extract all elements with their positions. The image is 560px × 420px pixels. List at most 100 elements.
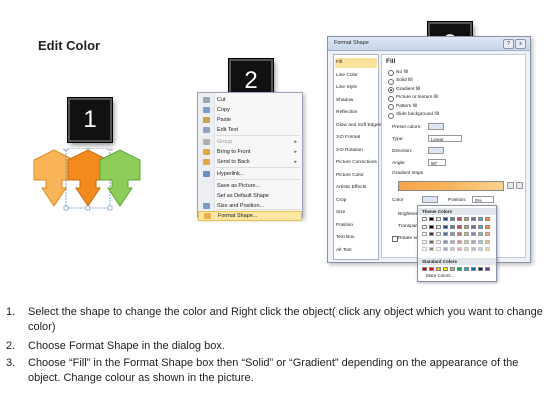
theme-color-swatch[interactable] bbox=[471, 232, 476, 236]
theme-color-swatch[interactable] bbox=[457, 247, 462, 251]
standard-color-swatch[interactable] bbox=[422, 267, 427, 271]
standard-color-swatch[interactable] bbox=[450, 267, 455, 271]
theme-color-swatch[interactable] bbox=[450, 239, 455, 244]
theme-color-swatch[interactable] bbox=[443, 224, 448, 229]
more-colors-link[interactable]: More Colors... bbox=[426, 273, 454, 278]
theme-color-swatch[interactable] bbox=[443, 217, 448, 221]
dialog-nav-item[interactable]: Alt Text bbox=[336, 246, 352, 256]
fill-option-radio[interactable] bbox=[388, 78, 394, 85]
theme-color-swatch[interactable] bbox=[443, 232, 448, 236]
dialog-nav-item[interactable]: Position bbox=[336, 221, 353, 231]
fill-option-radio[interactable] bbox=[388, 104, 394, 110]
gradient-stops-bar[interactable] bbox=[398, 181, 504, 191]
theme-color-swatch[interactable] bbox=[450, 247, 455, 251]
color-picker-button[interactable] bbox=[422, 196, 438, 203]
dialog-nav-item[interactable]: Glow and Soft Edges bbox=[336, 121, 381, 131]
theme-color-swatch[interactable] bbox=[436, 224, 441, 229]
dialog-nav-item[interactable]: Picture Corrections bbox=[336, 158, 377, 168]
theme-color-swatch[interactable] bbox=[436, 217, 441, 221]
theme-color-swatch[interactable] bbox=[485, 217, 490, 221]
direction-dropdown[interactable] bbox=[428, 147, 444, 154]
remove-stop-button[interactable] bbox=[516, 182, 523, 189]
standard-color-swatch[interactable] bbox=[429, 267, 434, 271]
fill-option-radio[interactable] bbox=[388, 87, 394, 93]
theme-color-swatch[interactable] bbox=[485, 247, 490, 251]
theme-color-swatch[interactable] bbox=[429, 224, 434, 229]
arrow-shapes-graphic[interactable] bbox=[30, 148, 142, 214]
type-dropdown[interactable]: Linear bbox=[428, 135, 462, 142]
fill-option-radio[interactable] bbox=[388, 70, 394, 76]
theme-color-swatch[interactable] bbox=[485, 239, 490, 244]
theme-color-swatch[interactable] bbox=[464, 247, 469, 251]
standard-color-swatch[interactable] bbox=[478, 267, 483, 271]
context-menu-item[interactable]: Set as Default Shape bbox=[198, 191, 302, 201]
theme-color-swatch[interactable] bbox=[436, 247, 441, 251]
theme-color-swatch[interactable] bbox=[422, 224, 427, 229]
standard-color-swatch[interactable] bbox=[485, 267, 490, 271]
theme-color-swatch[interactable] bbox=[436, 232, 441, 236]
context-menu-item[interactable]: Bring to Front ▸ bbox=[198, 147, 302, 157]
rotate-checkbox-label[interactable]: Rotate w bbox=[398, 236, 417, 241]
dialog-nav-item[interactable]: Size bbox=[336, 208, 345, 218]
context-menu-item[interactable]: Cut bbox=[198, 95, 302, 105]
standard-color-swatch[interactable] bbox=[464, 267, 469, 271]
close-button[interactable]: x bbox=[515, 39, 526, 49]
theme-color-swatch[interactable] bbox=[471, 224, 476, 229]
context-menu-item[interactable]: Copy bbox=[198, 105, 302, 115]
theme-color-swatch[interactable] bbox=[457, 224, 462, 229]
theme-color-swatch[interactable] bbox=[450, 217, 455, 221]
theme-color-swatch[interactable] bbox=[429, 232, 434, 236]
theme-color-swatch[interactable] bbox=[422, 232, 427, 236]
theme-color-swatch[interactable] bbox=[485, 224, 490, 229]
dialog-nav-item[interactable]: Text Box bbox=[336, 233, 354, 243]
context-menu-item[interactable]: Paste bbox=[198, 115, 302, 125]
standard-color-swatch[interactable] bbox=[436, 267, 441, 271]
dialog-nav-item[interactable]: 3-D Rotation bbox=[336, 146, 363, 156]
dialog-nav-item[interactable]: Shadow bbox=[336, 96, 353, 106]
context-menu-item[interactable]: Format Shape... bbox=[198, 211, 302, 221]
theme-color-swatch[interactable] bbox=[429, 217, 434, 221]
theme-color-swatch[interactable] bbox=[478, 232, 483, 236]
theme-color-swatch[interactable] bbox=[471, 247, 476, 251]
theme-color-swatch[interactable] bbox=[422, 217, 427, 221]
theme-color-swatch[interactable] bbox=[457, 239, 462, 244]
standard-color-swatch[interactable] bbox=[471, 267, 476, 271]
theme-color-swatch[interactable] bbox=[464, 224, 469, 229]
dialog-nav-item[interactable]: 3-D Format bbox=[336, 133, 360, 143]
theme-color-swatch[interactable] bbox=[457, 217, 462, 221]
help-button[interactable]: ? bbox=[503, 39, 514, 49]
theme-color-swatch[interactable] bbox=[443, 239, 448, 244]
theme-color-swatch[interactable] bbox=[457, 232, 462, 236]
dialog-nav-item[interactable]: Artistic Effects bbox=[336, 183, 366, 193]
theme-color-swatch[interactable] bbox=[429, 247, 434, 251]
dialog-nav-item[interactable]: Line Color bbox=[336, 71, 358, 81]
theme-color-swatch[interactable] bbox=[464, 239, 469, 244]
context-menu-item[interactable]: Send to Back ▸ bbox=[198, 157, 302, 167]
context-menu-item[interactable]: Save as Picture... bbox=[198, 181, 302, 191]
theme-color-swatch[interactable] bbox=[471, 217, 476, 221]
theme-color-swatch[interactable] bbox=[478, 239, 483, 244]
context-menu-item[interactable]: Group ▸ bbox=[198, 137, 302, 147]
angle-input[interactable]: 90° bbox=[428, 159, 446, 166]
theme-color-swatch[interactable] bbox=[450, 232, 455, 236]
theme-color-swatch[interactable] bbox=[429, 239, 434, 244]
fill-option-radio[interactable] bbox=[388, 95, 394, 102]
theme-color-swatch[interactable] bbox=[422, 247, 427, 251]
dialog-nav-item[interactable]: Crop bbox=[336, 196, 346, 206]
theme-color-swatch[interactable] bbox=[443, 247, 448, 251]
dialog-nav-item[interactable]: Fill bbox=[335, 58, 377, 68]
add-stop-button[interactable] bbox=[507, 182, 514, 189]
dialog-nav-item[interactable]: Picture Color bbox=[336, 171, 364, 181]
theme-color-swatch[interactable] bbox=[436, 239, 441, 244]
context-menu-item[interactable]: Hyperlink... bbox=[198, 169, 302, 179]
arrow-shape-right[interactable] bbox=[99, 149, 141, 207]
theme-color-swatch[interactable] bbox=[422, 239, 427, 244]
position-input[interactable]: 0% bbox=[472, 196, 494, 203]
theme-color-swatch[interactable] bbox=[478, 247, 483, 251]
theme-color-swatch[interactable] bbox=[478, 224, 483, 229]
theme-color-swatch[interactable] bbox=[485, 232, 490, 236]
rotate-checkbox[interactable] bbox=[392, 236, 398, 242]
preset-colors-dropdown[interactable] bbox=[428, 123, 444, 130]
theme-color-swatch[interactable] bbox=[471, 239, 476, 244]
theme-color-swatch[interactable] bbox=[450, 224, 455, 229]
